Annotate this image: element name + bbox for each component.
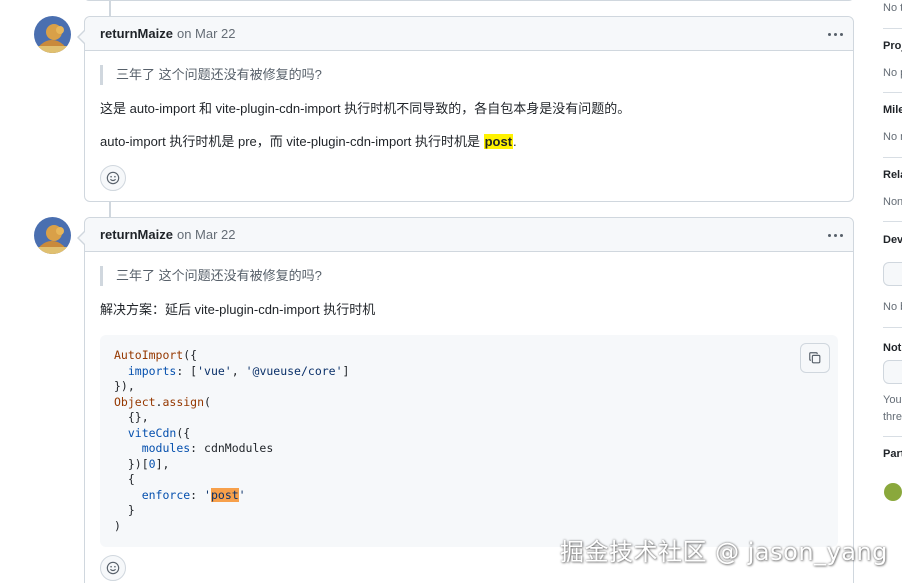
sidebar-relationships-heading[interactable]: Rela [883, 169, 902, 181]
comment-card: returnMaize on Mar 22 三年了 这个问题还没有被修复的吗? … [77, 16, 854, 202]
timeline-line [109, 201, 111, 218]
paragraph: 这是 auto-import 和 vite-plugin-cdn-import … [100, 101, 631, 116]
add-reaction-button[interactable] [100, 165, 126, 191]
comment-card: returnMaize on Mar 22 三年了 这个问题还没有被修复的吗? … [77, 217, 854, 583]
divider [883, 92, 902, 93]
sidebar-projects-heading[interactable]: Proj [883, 40, 902, 52]
blockquote: 三年了 这个问题还没有被修复的吗? [100, 65, 838, 85]
kebab-horizontal-icon[interactable] [825, 225, 845, 245]
comment-author[interactable]: returnMaize [100, 227, 173, 242]
sidebar-participants-heading: Part [883, 448, 902, 460]
sidebar-projects-value: No p [883, 67, 902, 79]
comment-header: returnMaize on Mar 22 [85, 218, 853, 252]
divider [883, 157, 902, 158]
paragraph-text: . [513, 134, 517, 149]
issue-sidebar: No t Proj No p Mile No n Rela Non Dev No… [875, 0, 902, 583]
comment-body: 三年了 这个问题还没有被修复的吗? 这是 auto-import 和 vite-… [85, 51, 853, 191]
smiley-icon [106, 561, 120, 575]
divider [883, 436, 902, 437]
create-branch-button[interactable] [883, 262, 902, 286]
paragraph: 解决方案：延后 vite-plugin-cdn-import 执行时机 [100, 302, 376, 317]
copy-button[interactable] [800, 343, 830, 373]
highlighted-code: post [210, 487, 239, 502]
watermark: 掘金技术社区 @ jason_yang [560, 538, 888, 566]
previous-comment-edge [84, 0, 854, 1]
sidebar-type-value: No t [883, 2, 902, 14]
comment-date[interactable]: on Mar 22 [177, 227, 236, 242]
kebab-horizontal-icon[interactable] [825, 24, 845, 44]
sidebar-milestone-heading[interactable]: Mile [883, 104, 902, 116]
divider [883, 28, 902, 29]
divider [883, 221, 902, 222]
avatar-image [34, 16, 71, 53]
divider [883, 327, 902, 328]
smiley-icon [106, 171, 120, 185]
sidebar-development-heading[interactable]: Dev [883, 234, 902, 246]
blockquote: 三年了 这个问题还没有被修复的吗? [100, 266, 838, 286]
sidebar-notifications-heading: Noti [883, 342, 902, 354]
copy-icon [809, 352, 821, 364]
avatar[interactable] [34, 16, 71, 53]
sidebar-milestone-value: No n [883, 131, 902, 143]
participant-avatar[interactable] [884, 483, 902, 501]
sidebar-development-value: No b [883, 301, 902, 313]
sidebar-notifications-text: thre [883, 411, 902, 423]
sidebar-relationships-value: Non [883, 196, 902, 208]
paragraph-text: auto-import 执行时机是 pre，而 vite-plugin-cdn-… [100, 134, 484, 149]
comment-header: returnMaize on Mar 22 [85, 17, 853, 51]
comment-date[interactable]: on Mar 22 [177, 26, 236, 41]
sidebar-notifications-text: You [883, 394, 902, 406]
code-block: AutoImport({ imports: ['vue', '@vueuse/c… [100, 335, 838, 547]
highlighted-text: post [483, 134, 514, 149]
comment-author[interactable]: returnMaize [100, 26, 173, 41]
add-reaction-button[interactable] [100, 555, 126, 581]
code-content: AutoImport({ imports: ['vue', '@vueuse/c… [114, 348, 350, 533]
subscribe-button[interactable] [883, 360, 902, 384]
avatar[interactable] [34, 217, 71, 254]
avatar-image [34, 217, 71, 254]
paragraph: auto-import 执行时机是 pre，而 vite-plugin-cdn-… [100, 132, 838, 152]
timeline-line [109, 0, 111, 17]
